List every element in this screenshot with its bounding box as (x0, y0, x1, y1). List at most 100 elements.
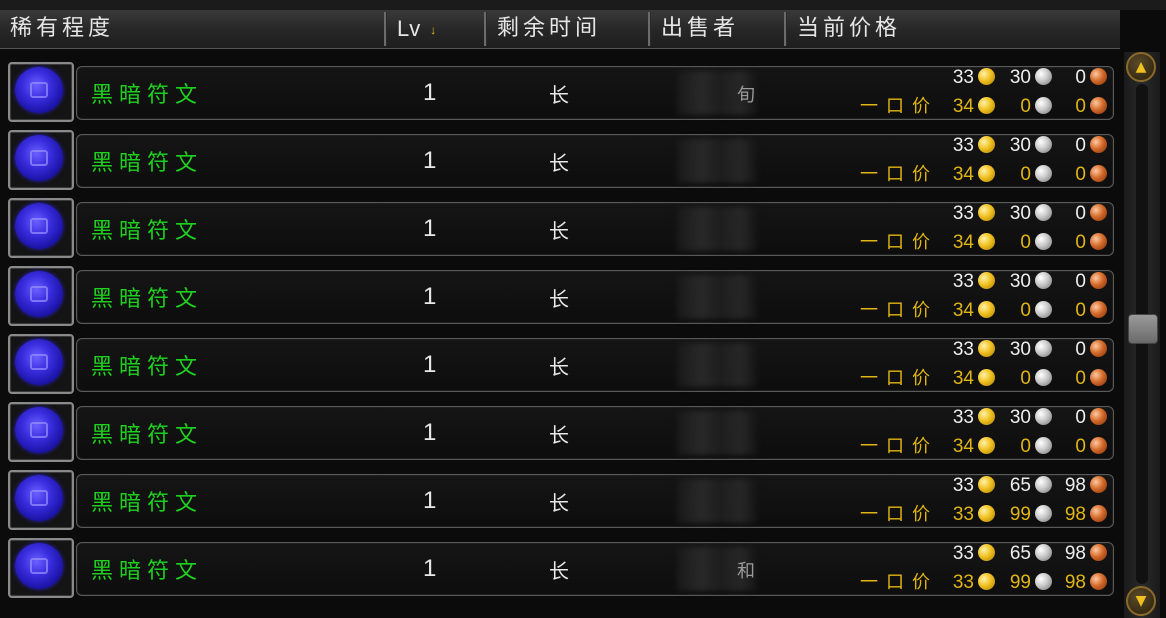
bid-silver: 30 (1009, 339, 1031, 360)
auction-row-panel[interactable]: 黑暗符文 1 长 33 30 0 一口价 34 0 0 (76, 338, 1114, 392)
item-name[interactable]: 黑暗符文 (91, 485, 203, 517)
auction-row-panel[interactable]: 黑暗符文 1 长 33 30 0 一口价 34 0 0 (76, 202, 1114, 256)
gold-coin-icon (978, 97, 995, 114)
copper-coin-icon (1090, 272, 1107, 289)
bid-copper: 0 (1075, 67, 1086, 88)
buyout-label: 一口价 (860, 368, 938, 389)
silver-coin-icon (1035, 476, 1052, 493)
copper-coin-icon (1090, 233, 1107, 250)
seller-name-blurred (677, 411, 757, 455)
scroll-down-arrow-icon[interactable]: ▼ (1126, 586, 1156, 616)
dark-rune-icon (15, 271, 63, 317)
dark-rune-icon (15, 67, 63, 113)
item-icon-frame[interactable] (8, 62, 74, 122)
silver-coin-icon (1035, 573, 1052, 590)
dark-rune-icon (15, 203, 63, 249)
gold-coin-icon (978, 165, 995, 182)
seller-name-blurred (677, 479, 757, 523)
silver-coin-icon (1035, 204, 1052, 221)
item-name[interactable]: 黑暗符文 (91, 213, 203, 245)
auction-row-panel[interactable]: 黑暗符文 1 长 旬 33 30 0 一口价 34 0 0 (76, 66, 1114, 120)
auction-row-panel[interactable]: 黑暗符文 1 长 33 30 0 一口价 34 0 0 (76, 406, 1114, 460)
auction-row[interactable]: 黑暗符文 1 长 33 30 0 一口价 34 0 0 (6, 400, 1116, 462)
seller-name-blurred (677, 275, 757, 319)
auction-row[interactable]: 黑暗符文 1 长 和 33 65 98 一口价 33 99 98 (6, 536, 1116, 598)
item-name[interactable]: 黑暗符文 (91, 281, 203, 313)
auction-row-panel[interactable]: 黑暗符文 1 长 和 33 65 98 一口价 33 99 98 (76, 542, 1114, 596)
buyout-gold: 34 (952, 232, 974, 253)
auction-row[interactable]: 黑暗符文 1 长 33 30 0 一口价 34 0 0 (6, 332, 1116, 394)
bid-copper: 98 (1064, 475, 1086, 496)
copper-coin-icon (1090, 97, 1107, 114)
auction-row[interactable]: 黑暗符文 1 长 旬 33 30 0 一口价 34 0 0 (6, 60, 1116, 122)
bid-gold: 33 (952, 67, 974, 88)
copper-coin-icon (1090, 476, 1107, 493)
item-name[interactable]: 黑暗符文 (91, 145, 203, 177)
header-current-price[interactable]: 当前价格 (786, 12, 1120, 46)
auction-row-panel[interactable]: 黑暗符文 1 长 33 30 0 一口价 34 0 0 (76, 270, 1114, 324)
buyout-copper: 0 (1075, 232, 1086, 253)
seller-name: 和 (737, 561, 755, 582)
auction-row[interactable]: 黑暗符文 1 长 33 65 98 一口价 33 99 98 (6, 468, 1116, 530)
bid-silver: 65 (1009, 475, 1031, 496)
header-seller[interactable]: 出售者 (650, 12, 786, 46)
header-time-left[interactable]: 剩余时间 (486, 12, 650, 46)
silver-coin-icon (1035, 505, 1052, 522)
bid-copper: 0 (1075, 407, 1086, 428)
buyout-gold: 33 (952, 572, 974, 593)
item-level: 1 (423, 215, 437, 242)
item-name[interactable]: 黑暗符文 (91, 553, 203, 585)
header-level[interactable]: Lv ↓ (386, 12, 486, 46)
scroll-thumb[interactable] (1128, 314, 1158, 344)
item-level: 1 (423, 487, 437, 514)
item-icon-frame[interactable] (8, 538, 74, 598)
bid-copper: 0 (1075, 271, 1086, 292)
buyout-gold: 34 (952, 96, 974, 117)
item-name[interactable]: 黑暗符文 (91, 77, 203, 109)
silver-coin-icon (1035, 68, 1052, 85)
bid-gold: 33 (952, 339, 974, 360)
copper-coin-icon (1090, 136, 1107, 153)
gold-coin-icon (978, 204, 995, 221)
gold-coin-icon (978, 573, 995, 590)
buyout-price: 一口价 34 0 0 (817, 364, 1107, 389)
scroll-up-arrow-icon[interactable]: ▲ (1126, 52, 1156, 82)
gold-coin-icon (978, 437, 995, 454)
buyout-gold: 34 (952, 164, 974, 185)
item-icon-frame[interactable] (8, 470, 74, 530)
dark-rune-icon (15, 407, 63, 453)
item-icon-frame[interactable] (8, 198, 74, 258)
item-icon-frame[interactable] (8, 266, 74, 326)
auction-row[interactable]: 黑暗符文 1 长 33 30 0 一口价 34 0 0 (6, 264, 1116, 326)
buyout-label: 一口价 (860, 572, 938, 593)
bid-silver: 30 (1009, 271, 1031, 292)
gold-coin-icon (978, 272, 995, 289)
current-bid: 33 30 0 (817, 339, 1107, 363)
auction-row[interactable]: 黑暗符文 1 长 33 30 0 一口价 34 0 0 (6, 196, 1116, 258)
buyout-silver: 0 (1020, 436, 1031, 457)
buyout-price: 一口价 34 0 0 (817, 92, 1107, 117)
buyout-silver: 0 (1020, 300, 1031, 321)
item-name[interactable]: 黑暗符文 (91, 417, 203, 449)
item-name[interactable]: 黑暗符文 (91, 349, 203, 381)
item-icon-frame[interactable] (8, 402, 74, 462)
copper-coin-icon (1090, 301, 1107, 318)
bid-copper: 0 (1075, 203, 1086, 224)
item-icon-frame[interactable] (8, 130, 74, 190)
bid-gold: 33 (952, 543, 974, 564)
item-level: 1 (423, 555, 437, 582)
buyout-price: 一口价 34 0 0 (817, 160, 1107, 185)
auction-row-panel[interactable]: 黑暗符文 1 长 33 30 0 一口价 34 0 0 (76, 134, 1114, 188)
dark-rune-icon (15, 475, 63, 521)
column-header-bar: 稀有程度 Lv ↓ 剩余时间 出售者 当前价格 (0, 10, 1120, 49)
item-level: 1 (423, 283, 437, 310)
buyout-silver: 99 (1009, 504, 1031, 525)
item-icon-frame[interactable] (8, 334, 74, 394)
current-bid: 33 30 0 (817, 135, 1107, 159)
header-rarity[interactable]: 稀有程度 (0, 12, 386, 46)
auction-row-panel[interactable]: 黑暗符文 1 长 33 65 98 一口价 33 99 98 (76, 474, 1114, 528)
dark-rune-icon (15, 135, 63, 181)
auction-row[interactable]: 黑暗符文 1 长 33 30 0 一口价 34 0 0 (6, 128, 1116, 190)
buyout-gold: 34 (952, 368, 974, 389)
scrollbar[interactable]: ▲ ▼ (1124, 52, 1160, 618)
